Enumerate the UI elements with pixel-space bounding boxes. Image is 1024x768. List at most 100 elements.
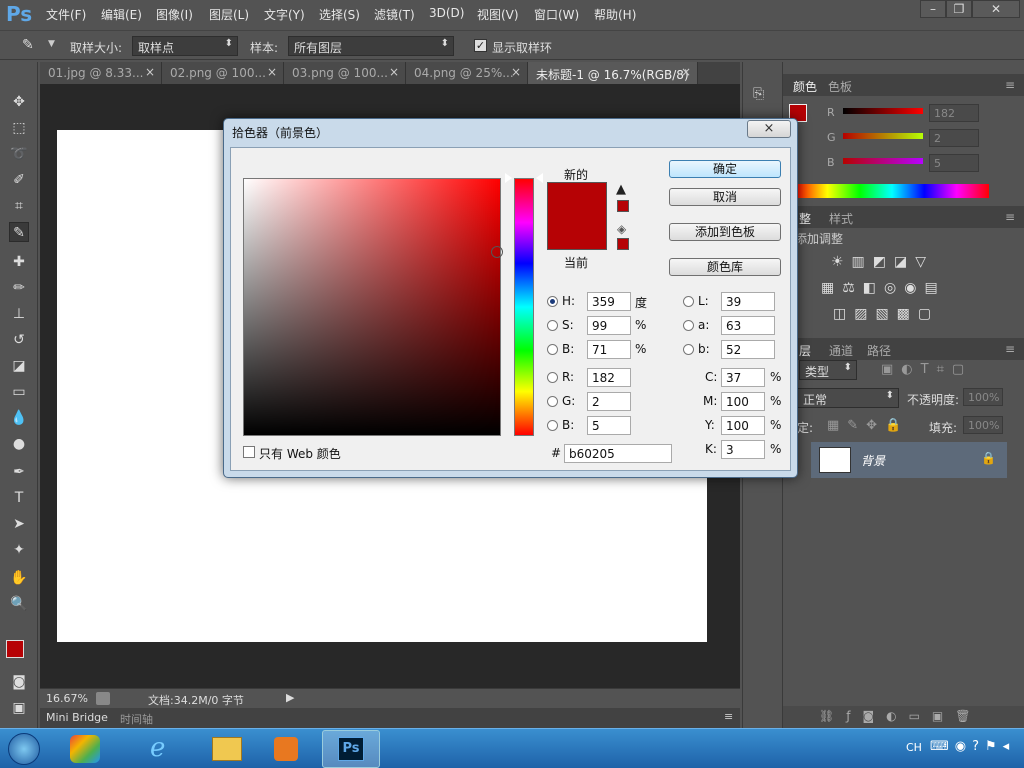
minimize-button[interactable]: – <box>920 0 946 18</box>
layer-name[interactable]: 背景 <box>861 452 885 469</box>
tab-styles[interactable]: 样式 <box>829 210 853 227</box>
lab-b-input[interactable]: 52 <box>721 340 775 359</box>
tab-adjustments[interactable]: 整 <box>799 210 811 227</box>
brightness-input[interactable]: 71 <box>587 340 631 359</box>
color-cursor[interactable] <box>491 246 503 258</box>
eraser-tool-icon[interactable]: ◪ <box>9 356 29 376</box>
l-radio[interactable] <box>683 296 694 307</box>
status-info-icon[interactable] <box>96 692 110 705</box>
blend-mode-select[interactable]: 正常 ⬍ <box>797 388 899 408</box>
type-tool-icon[interactable]: T <box>9 488 29 508</box>
fill-value[interactable]: 100% <box>963 416 1003 434</box>
s-input[interactable]: 99 <box>587 316 631 335</box>
layer-footer-icons[interactable]: ⛓ƒ◙◐▭▣🗑 <box>819 709 982 723</box>
lock-icons[interactable]: ▦✎✥🔒 <box>827 418 909 433</box>
tab-timeline[interactable]: 时间轴 <box>120 711 153 727</box>
tab-mini-bridge[interactable]: Mini Bridge <box>46 711 108 724</box>
web-only-checkbox[interactable] <box>243 446 255 458</box>
layer-row-background[interactable]: 背景 🔒 <box>811 442 1007 478</box>
hue-slider[interactable] <box>514 178 534 436</box>
tab-paths[interactable]: 路径 <box>867 342 891 359</box>
panel-menu-icon[interactable]: ≡ <box>1005 78 1015 92</box>
panel-menu-icon[interactable]: ≡ <box>724 710 733 723</box>
menu-select[interactable]: 选择(S) <box>319 6 360 23</box>
blue-input[interactable]: 5 <box>587 416 631 435</box>
show-ring-checkbox[interactable]: ✓ <box>474 39 487 52</box>
picasa-icon[interactable] <box>70 735 100 763</box>
g-radio[interactable] <box>547 396 558 407</box>
shape-tool-icon[interactable]: ✦ <box>9 540 29 560</box>
dialog-close-button[interactable]: × <box>747 120 791 138</box>
l-input[interactable]: 39 <box>721 292 775 311</box>
tab-layers[interactable]: 层 <box>799 342 811 359</box>
adjust-icons-row2[interactable]: ▦⚖◧◎◉▤ <box>821 280 946 296</box>
k-input[interactable]: 3 <box>721 440 765 459</box>
layer-filter-icons[interactable]: ▣◐T⌗▢ <box>881 362 972 377</box>
brush-tool-icon[interactable]: ✏ <box>9 278 29 298</box>
status-menu-arrow-icon[interactable]: ▶ <box>286 691 294 704</box>
menu-view[interactable]: 视图(V) <box>477 6 519 23</box>
hue-arrow-right-icon[interactable] <box>536 173 543 183</box>
a-input[interactable]: 63 <box>721 316 775 335</box>
preset-chevron-icon[interactable]: ▼ <box>48 39 55 49</box>
layer-filter-select[interactable]: 类型 ⬍ <box>799 360 857 380</box>
lab-b-radio[interactable] <box>683 344 694 355</box>
hue-arrow-left-icon[interactable] <box>505 173 512 183</box>
sample-select[interactable]: 所有图层 ⬍ <box>288 36 454 56</box>
opacity-value[interactable]: 100% <box>963 388 1003 406</box>
menu-window[interactable]: 窗口(W) <box>534 6 579 23</box>
path-select-icon[interactable]: ➤ <box>9 514 29 534</box>
zoom-level[interactable]: 16.67% <box>46 692 88 705</box>
saturation-brightness-field[interactable] <box>243 178 501 436</box>
tab-04-png[interactable]: 04.png @ 25%... × <box>406 62 528 84</box>
history-brush-icon[interactable]: ↺ <box>9 330 29 350</box>
healing-tool-icon[interactable]: ✚ <box>9 252 29 272</box>
b-value[interactable]: 5 <box>929 154 979 172</box>
r-slider[interactable] <box>843 108 923 114</box>
zoom-tool-icon[interactable]: 🔍 <box>9 594 29 614</box>
g-input[interactable]: 2 <box>587 392 631 411</box>
language-indicator[interactable]: CH <box>906 741 922 754</box>
taskbar-photoshop[interactable]: Ps <box>322 730 380 768</box>
gamut-color-swatch[interactable] <box>617 200 629 212</box>
crop-tool-icon[interactable]: ⌗ <box>9 196 29 216</box>
add-to-swatches-button[interactable]: 添加到色板 <box>669 223 781 241</box>
menu-image[interactable]: 图像(I) <box>156 6 193 23</box>
quick-mask-icon[interactable]: ◙ <box>9 672 29 692</box>
tab-02-png[interactable]: 02.png @ 100... × <box>162 62 284 84</box>
y-input[interactable]: 100 <box>721 416 765 435</box>
g-value[interactable]: 2 <box>929 129 979 147</box>
tray-icons[interactable]: ⌨◉?⚑◂ <box>930 739 1015 754</box>
tab-swatches[interactable]: 色板 <box>828 78 852 95</box>
menu-file[interactable]: 文件(F) <box>46 6 86 23</box>
color-ramp[interactable] <box>795 184 989 198</box>
menu-3d[interactable]: 3D(D) <box>429 6 464 20</box>
eyedropper-preset-icon[interactable]: ✎ <box>22 37 34 53</box>
menu-edit[interactable]: 编辑(E) <box>101 6 142 23</box>
blur-tool-icon[interactable]: 💧 <box>9 408 29 428</box>
screen-mode-icon[interactable]: ▣ <box>9 698 29 718</box>
tab-untitled-1[interactable]: 未标题-1 @ 16.7%(RGB/8) × <box>528 62 698 84</box>
menu-filter[interactable]: 滤镜(T) <box>374 6 415 23</box>
dodge-tool-icon[interactable]: ● <box>9 434 29 454</box>
web-color-swatch[interactable] <box>617 238 629 250</box>
pen-tool-icon[interactable]: ✒ <box>9 462 29 482</box>
stamp-tool-icon[interactable]: ⊥ <box>9 304 29 324</box>
ie-icon[interactable]: e <box>150 733 165 763</box>
quick-select-tool-icon[interactable]: ✐ <box>9 170 29 190</box>
cancel-button[interactable]: 取消 <box>669 188 781 206</box>
menu-help[interactable]: 帮助(H) <box>594 6 636 23</box>
menu-type[interactable]: 文字(Y) <box>264 6 305 23</box>
adjust-icons-row1[interactable]: ☀▥◩◪▽ <box>831 254 934 270</box>
panel-menu-icon[interactable]: ≡ <box>1005 210 1015 224</box>
sample-size-select[interactable]: 取样点 ⬍ <box>132 36 238 56</box>
panel-menu-icon[interactable]: ≡ <box>1005 342 1015 356</box>
current-color-swatch[interactable] <box>547 216 607 250</box>
close-icon[interactable]: × <box>145 65 155 79</box>
tab-color[interactable]: 颜色 <box>793 78 817 95</box>
hand-tool-icon[interactable]: ✋ <box>9 568 29 588</box>
adjust-icons-row3[interactable]: ◫▨▧▩▢ <box>833 306 939 322</box>
close-icon[interactable]: × <box>511 65 521 79</box>
move-tool-icon[interactable]: ✥ <box>9 92 29 112</box>
close-icon[interactable]: × <box>681 65 691 79</box>
